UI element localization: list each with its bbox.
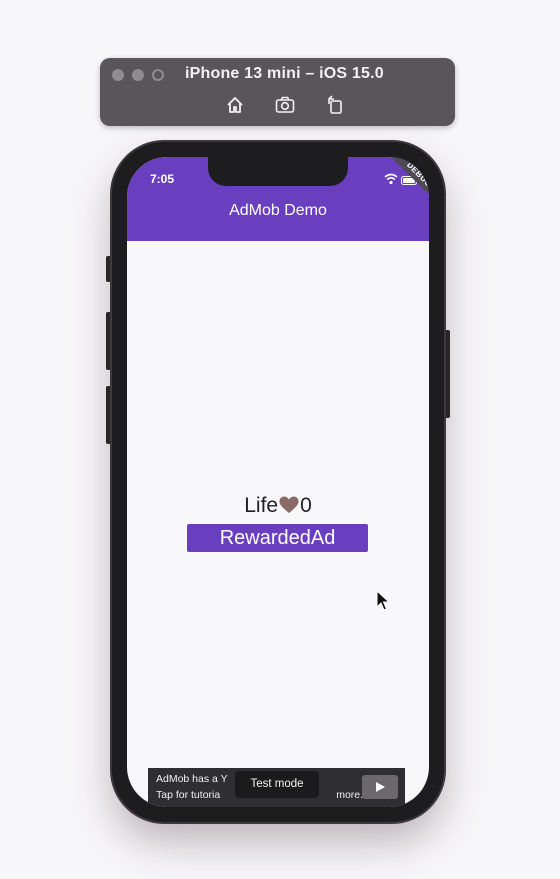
simulator-toolbar: iPhone 13 mini – iOS 15.0 (100, 58, 455, 126)
home-icon[interactable] (224, 94, 246, 116)
volume-down-button (106, 386, 111, 444)
mouse-cursor-icon (376, 589, 391, 612)
rewarded-ad-button[interactable]: RewardedAd (187, 524, 368, 552)
wifi-icon (384, 172, 398, 185)
screenshot-icon[interactable] (274, 94, 296, 116)
ad-play-button[interactable] (362, 775, 398, 799)
life-label: Life (244, 494, 279, 517)
app-title: AdMob Demo (229, 202, 327, 219)
ad-banner-line2-tail: more. (336, 789, 364, 801)
ad-banner-line1: AdMob has a Y (156, 773, 228, 785)
status-time: 7:05 (150, 172, 175, 186)
life-counter: Life 0 (127, 494, 429, 518)
zoom-window-button[interactable] (152, 69, 164, 81)
minimize-window-button[interactable] (132, 69, 144, 81)
ad-banner-line2-start: Tap for tutoria (156, 789, 221, 801)
heart-icon (279, 496, 299, 514)
mute-switch (106, 256, 111, 282)
play-icon (376, 782, 385, 792)
app-bar: 7:05 DEBUG AdMob Demo (127, 157, 429, 241)
close-window-button[interactable] (112, 69, 124, 81)
life-count: 0 (300, 494, 312, 517)
power-button (445, 330, 450, 418)
notch (208, 157, 348, 186)
test-mode-badge: Test mode (235, 771, 319, 798)
volume-up-button (106, 312, 111, 370)
simulator-title: iPhone 13 mini – iOS 15.0 (185, 65, 384, 82)
rotate-icon[interactable] (324, 94, 346, 116)
phone-screen: 7:05 DEBUG AdMob Demo Life 0 RewardedAd A… (127, 157, 429, 807)
